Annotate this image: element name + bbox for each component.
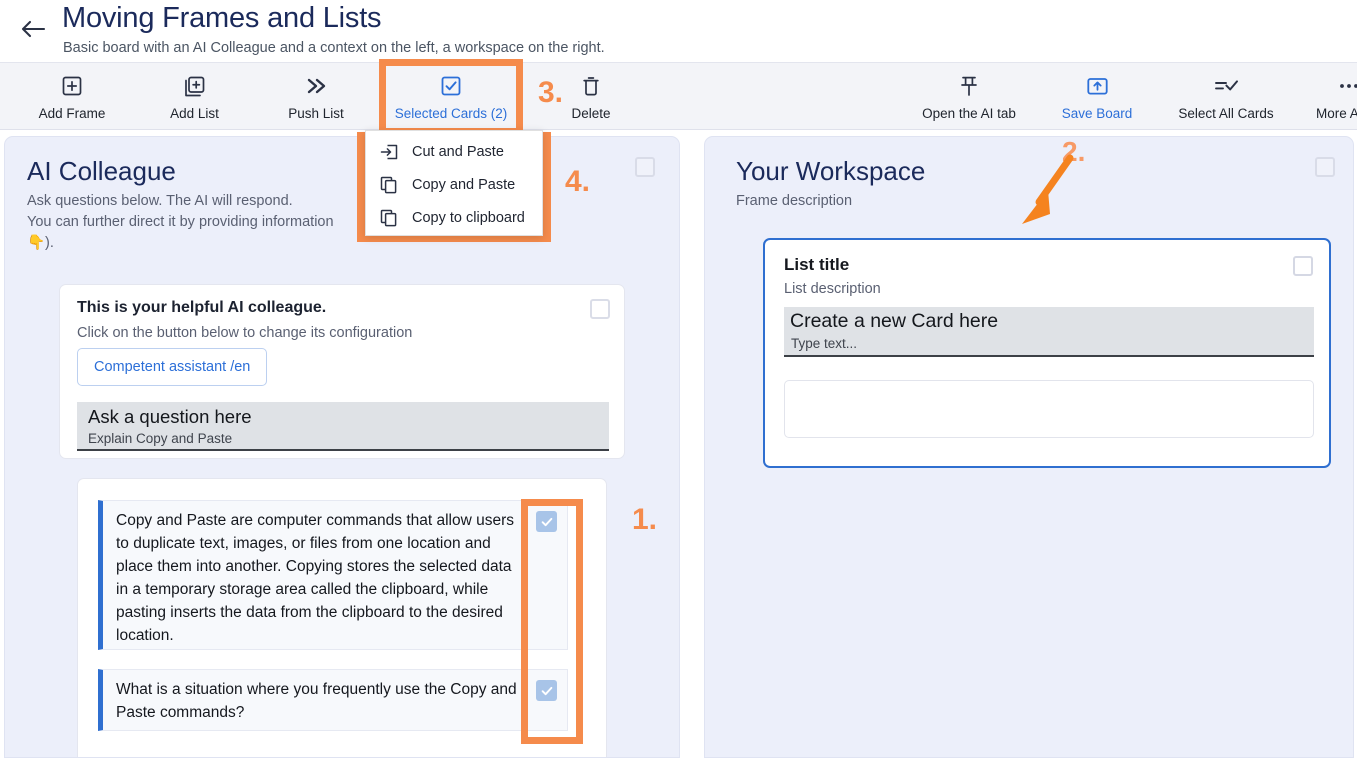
save-board-icon bbox=[1086, 72, 1109, 100]
page-title: Moving Frames and Lists bbox=[62, 0, 381, 36]
arrow-left-icon bbox=[20, 18, 46, 40]
menu-item-label: Copy to clipboard bbox=[412, 210, 525, 226]
menu-item-copy-to-clipboard[interactable]: Copy to clipboard bbox=[366, 201, 542, 234]
toolbar-item-push-list[interactable]: Push List bbox=[264, 63, 368, 131]
frame-checkbox-right[interactable] bbox=[1315, 157, 1335, 177]
frame-title: Your Workspace bbox=[736, 155, 1331, 187]
toolbar-item-selected-cards[interactable]: Selected Cards (2) bbox=[386, 63, 516, 131]
ai-card-checkbox[interactable] bbox=[590, 299, 610, 319]
list-card: List title List description Create a new… bbox=[763, 238, 1331, 468]
toolbar-label: Selected Cards (2) bbox=[395, 106, 508, 121]
frame-description: Frame description bbox=[736, 191, 1331, 212]
page-header: Moving Frames and Lists Basic board with… bbox=[0, 0, 1357, 62]
frame-your-workspace: Your Workspace Frame description List ti… bbox=[704, 136, 1354, 758]
copy-icon bbox=[380, 176, 398, 194]
toolbar-item-open-ai-tab[interactable]: Open the AI tab bbox=[905, 63, 1033, 131]
frame-description-line-2-head: You can further direct it by providing i… bbox=[27, 214, 334, 230]
menu-item-copy-and-paste[interactable]: Copy and Paste bbox=[366, 168, 542, 201]
cut-paste-icon bbox=[380, 143, 398, 161]
frame-title: AI Colleague bbox=[27, 155, 657, 187]
ai-colleague-card: This is your helpful AI colleague. Click… bbox=[59, 284, 625, 459]
toolbar-label: Delete bbox=[571, 106, 610, 121]
answer-card[interactable]: What is a situation where you frequently… bbox=[98, 669, 568, 731]
toolbar-item-add-list[interactable]: Add List bbox=[142, 63, 247, 131]
check-icon bbox=[540, 515, 554, 529]
add-frame-icon bbox=[61, 72, 83, 100]
app-root: Moving Frames and Lists Basic board with… bbox=[0, 0, 1357, 758]
select-all-icon bbox=[1213, 72, 1239, 100]
toolbar-item-select-all-cards[interactable]: Select All Cards bbox=[1162, 63, 1290, 131]
toolbar-label: More A bbox=[1312, 106, 1357, 121]
frame-ai-colleague: AI Colleague Ask questions below. The AI… bbox=[4, 136, 680, 758]
back-button[interactable] bbox=[18, 14, 48, 44]
add-list-icon bbox=[183, 72, 206, 100]
toolbar-label: Select All Cards bbox=[1178, 106, 1273, 121]
toolbar-item-delete[interactable]: Delete bbox=[552, 63, 630, 131]
frame-description-line-3: 👇). bbox=[27, 233, 657, 254]
toolbar-label: Add List bbox=[170, 106, 219, 121]
answer-checkbox[interactable] bbox=[536, 680, 557, 701]
trash-icon bbox=[581, 72, 601, 100]
frame-checkbox-left[interactable] bbox=[635, 157, 655, 177]
toolbar-label: Push List bbox=[288, 106, 344, 121]
ask-question-value: Explain Copy and Paste bbox=[88, 431, 232, 446]
empty-card-slot[interactable] bbox=[784, 380, 1314, 438]
toolbar-item-add-frame[interactable]: Add Frame bbox=[18, 63, 126, 131]
toolbar-label: Add Frame bbox=[39, 106, 106, 121]
list-checkbox[interactable] bbox=[1293, 256, 1313, 276]
answers-container: Copy and Paste are computer commands tha… bbox=[77, 478, 607, 758]
checkbox-checked-icon bbox=[440, 72, 462, 100]
new-card-placeholder: Type text... bbox=[791, 336, 857, 351]
toolbar-item-save-board[interactable]: Save Board bbox=[1045, 63, 1149, 131]
new-card-label: Create a new Card here bbox=[790, 310, 998, 333]
ask-question-label: Ask a question here bbox=[88, 406, 252, 428]
menu-item-label: Cut and Paste bbox=[412, 144, 504, 160]
new-card-input[interactable]: Create a new Card here Type text... bbox=[784, 307, 1314, 357]
toolbar-label: Save Board bbox=[1062, 106, 1133, 121]
more-dots-icon bbox=[1312, 72, 1357, 100]
list-title: List title bbox=[784, 255, 849, 275]
toolbar-item-more-actions[interactable]: More A bbox=[1312, 63, 1357, 131]
frame-header-right: Your Workspace Frame description bbox=[705, 137, 1353, 212]
answer-checkbox[interactable] bbox=[536, 511, 557, 532]
toolbar: Add Frame Add List Push List bbox=[0, 62, 1357, 130]
frame-description-line-1: Ask questions below. The AI will respond… bbox=[27, 191, 657, 212]
toolbar-label: Open the AI tab bbox=[922, 106, 1016, 121]
context-menu: Cut and Paste Copy and Paste Copy to cli… bbox=[365, 130, 543, 236]
ai-card-title: This is your helpful AI colleague. bbox=[77, 299, 326, 317]
ai-card-subtitle: Click on the button below to change its … bbox=[77, 325, 412, 341]
menu-item-cut-and-paste[interactable]: Cut and Paste bbox=[366, 135, 542, 168]
menu-item-label: Copy and Paste bbox=[412, 177, 515, 193]
frame-header-left: AI Colleague Ask questions below. The AI… bbox=[5, 137, 679, 254]
page-subtitle: Basic board with an AI Colleague and a c… bbox=[63, 39, 605, 57]
copy-icon bbox=[380, 209, 398, 227]
ask-question-input[interactable]: Ask a question here Explain Copy and Pas… bbox=[77, 402, 609, 451]
answer-card[interactable]: Copy and Paste are computer commands tha… bbox=[98, 500, 568, 650]
assistant-config-button[interactable]: Competent assistant /en bbox=[77, 348, 267, 386]
board-area: AI Colleague Ask questions below. The AI… bbox=[0, 131, 1357, 758]
push-list-icon bbox=[303, 72, 329, 100]
list-description: List description bbox=[784, 281, 881, 297]
check-icon bbox=[540, 684, 554, 698]
answer-text: What is a situation where you frequently… bbox=[103, 670, 567, 724]
frame-description-line-2: You can further direct it by providing i… bbox=[27, 212, 657, 233]
answer-text: Copy and Paste are computer commands tha… bbox=[103, 501, 567, 647]
pin-icon bbox=[958, 72, 980, 100]
